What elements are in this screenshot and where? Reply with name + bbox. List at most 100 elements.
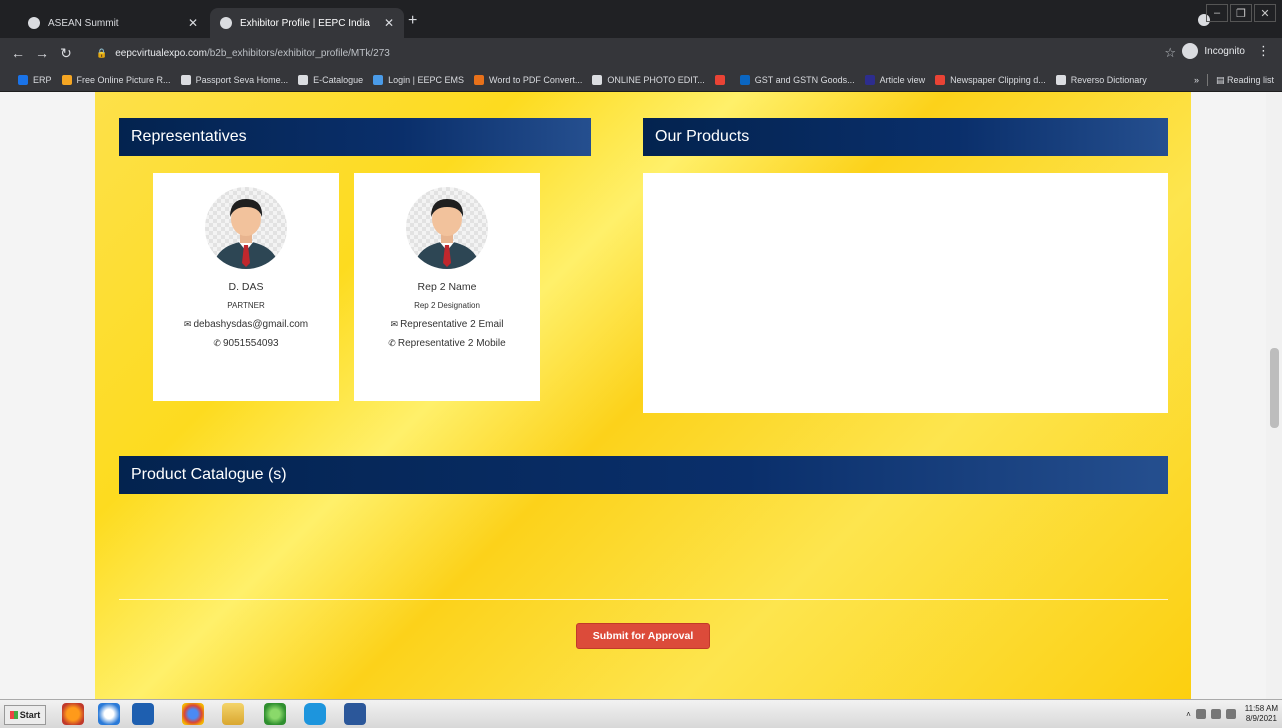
wifi-app-icon[interactable] — [264, 703, 286, 725]
start-label: Start — [19, 710, 41, 720]
bookmark-label: GST and GSTN Goods... — [754, 74, 855, 85]
envelope-icon: ✉ — [390, 319, 399, 329]
bookmarks-overflow: » ▤ Reading list — [1194, 74, 1274, 86]
scrollbar-thumb[interactable] — [1270, 348, 1279, 428]
product-catalogue-heading: Product Catalogue (s) — [119, 456, 1168, 494]
url-domain: eepcvirtualexpo.com — [115, 47, 207, 59]
representative-card: Rep 2 Name Rep 2 Designation ✉ Representa… — [354, 173, 540, 401]
bookmarks-bar: ERP Free Online Picture R... Passport Seva… — [0, 68, 1282, 92]
reload-button[interactable]: ↻ — [54, 45, 78, 62]
os-taskbar: Start ˄ 11:58 AM 8/9/2021 — [0, 699, 1282, 728]
rep-name: D. DAS — [228, 281, 264, 293]
bookmark-star-icon[interactable]: ☆ — [1164, 45, 1176, 61]
bookmark-item[interactable]: Free Online Picture R... — [61, 74, 171, 85]
bookmark-favicon-icon — [61, 74, 72, 85]
network-icon[interactable] — [1195, 709, 1206, 719]
rep-phone[interactable]: ✆ Representative 2 Mobile — [354, 338, 540, 349]
incognito-indicator[interactable]: Incognito ⋮ — [1182, 43, 1270, 59]
url-field[interactable]: 🔒 eepcvirtualexpo.com/b2b_exhibitors/exh… — [96, 41, 1176, 65]
system-clock[interactable]: 11:58 AM 8/9/2021 — [1245, 704, 1278, 724]
back-button[interactable]: ← — [6, 45, 30, 61]
bookmark-item[interactable]: Reverso Dictionary — [1055, 74, 1147, 85]
bookmark-label: ONLINE PHOTO EDIT... — [607, 74, 705, 85]
bookmark-favicon-icon — [592, 74, 603, 85]
bookmark-label: E-Catalogue — [313, 74, 364, 85]
forward-button[interactable]: → — [30, 45, 54, 61]
chevron-more-icon[interactable]: » — [1194, 75, 1199, 85]
avatar — [406, 187, 488, 269]
bookmark-item[interactable]: E-Catalogue — [298, 74, 364, 85]
browser-tab-strip: ASEAN Summit ✕ Exhibitor Profile | EEPC … — [0, 0, 1282, 38]
start-button[interactable]: Start — [4, 705, 46, 725]
bookmark-favicon-icon — [180, 74, 191, 85]
outlook-icon[interactable] — [132, 703, 154, 725]
submit-for-approval-button[interactable]: Submit for Approval — [576, 623, 710, 649]
close-tab-icon[interactable]: ✕ — [384, 16, 394, 30]
kebab-menu-icon[interactable]: ⋮ — [1257, 43, 1270, 59]
new-tab-button[interactable]: + — [408, 12, 417, 30]
bookmark-item[interactable]: GST and GSTN Goods... — [739, 74, 855, 85]
rep-email-text: Representative 2 Email — [400, 319, 504, 330]
globe-icon — [220, 17, 232, 29]
tab-exhibitor-profile[interactable]: Exhibitor Profile | EEPC India ✕ — [210, 8, 404, 38]
maximize-button[interactable]: ❐ — [1230, 4, 1252, 22]
incognito-icon — [1182, 43, 1199, 59]
clock-time: 11:58 AM — [1244, 704, 1278, 713]
volume-icon[interactable] — [1225, 709, 1236, 719]
rep-designation: PARTNER — [227, 301, 265, 310]
bookmark-label: Word to PDF Convert... — [489, 74, 583, 85]
minimize-button[interactable]: – — [1206, 4, 1228, 22]
rep-phone-text: 9051554093 — [222, 338, 279, 349]
close-window-button[interactable]: ✕ — [1254, 4, 1276, 22]
url-path: /b2b_exhibitors/exhibitor_profile/MTk/27… — [206, 47, 390, 59]
close-tab-icon[interactable]: ✕ — [188, 16, 198, 30]
clock-date: 8/9/2021 — [1245, 714, 1277, 723]
internet-explorer-icon[interactable] — [98, 703, 120, 725]
rep-designation: Rep 2 Designation — [414, 301, 480, 310]
bookmark-label: Newspaper Clipping d... — [950, 74, 1046, 85]
divider — [119, 599, 1168, 600]
vertical-scrollbar[interactable] — [1266, 92, 1282, 699]
representatives-heading: Representatives — [119, 118, 591, 156]
bookmark-item[interactable] — [714, 74, 730, 85]
bookmark-favicon-icon — [739, 74, 750, 85]
bookmark-label: ERP — [33, 74, 52, 85]
file-explorer-icon[interactable] — [222, 703, 244, 725]
lock-icon[interactable]: 🔒 — [96, 48, 107, 59]
bookmark-item[interactable]: ONLINE PHOTO EDIT... — [592, 74, 705, 85]
rep-phone[interactable]: ✆ 9051554093 — [153, 338, 339, 349]
bookmark-item[interactable]: Newspaper Clipping d... — [935, 74, 1046, 85]
bookmark-label: Passport Seva Home... — [195, 74, 289, 85]
reading-list-button[interactable]: ▤ Reading list — [1216, 75, 1274, 86]
bookmark-item[interactable]: Passport Seva Home... — [180, 74, 289, 85]
bookmark-item[interactable]: ERP — [18, 74, 52, 85]
our-products-heading: Our Products — [643, 118, 1168, 156]
representative-card: D. DAS PARTNER ✉ debashysdas@gmail.com ✆ 9… — [153, 173, 339, 401]
tray-expand-icon[interactable]: ˄ — [1186, 710, 1191, 719]
skype-icon[interactable] — [304, 703, 326, 725]
word-icon[interactable] — [344, 703, 366, 725]
firefox-icon[interactable] — [62, 703, 84, 725]
rep-email[interactable]: ✉ debashysdas@gmail.com — [153, 319, 339, 330]
rep-email[interactable]: ✉ Representative 2 Email — [354, 319, 540, 330]
avatar — [205, 187, 287, 269]
rep-name: Rep 2 Name — [417, 281, 477, 293]
bookmark-item[interactable]: Login | EEPC EMS — [373, 74, 465, 85]
reading-list-label: Reading list — [1226, 74, 1274, 85]
bookmark-label: Article view — [879, 74, 926, 85]
tab-asean-summit[interactable]: ASEAN Summit ✕ — [18, 8, 208, 38]
rep-phone-text: Representative 2 Mobile — [397, 338, 506, 349]
windows-flag-icon — [9, 711, 18, 719]
window-controls: – ❐ ✕ — [1206, 4, 1276, 22]
bookmark-item[interactable]: Word to PDF Convert... — [474, 74, 583, 85]
bookmark-item[interactable]: Article view — [864, 74, 926, 85]
signal-icon[interactable] — [1210, 709, 1221, 719]
divider — [1206, 74, 1208, 86]
products-panel — [643, 173, 1168, 413]
rep-email-text: debashysdas@gmail.com — [193, 319, 309, 330]
bookmark-label: Login | EEPC EMS — [388, 74, 465, 85]
bookmark-label: Free Online Picture R... — [76, 74, 171, 85]
bookmark-favicon-icon — [864, 74, 875, 85]
bookmark-favicon-icon — [298, 74, 309, 85]
chrome-icon[interactable] — [182, 703, 204, 725]
